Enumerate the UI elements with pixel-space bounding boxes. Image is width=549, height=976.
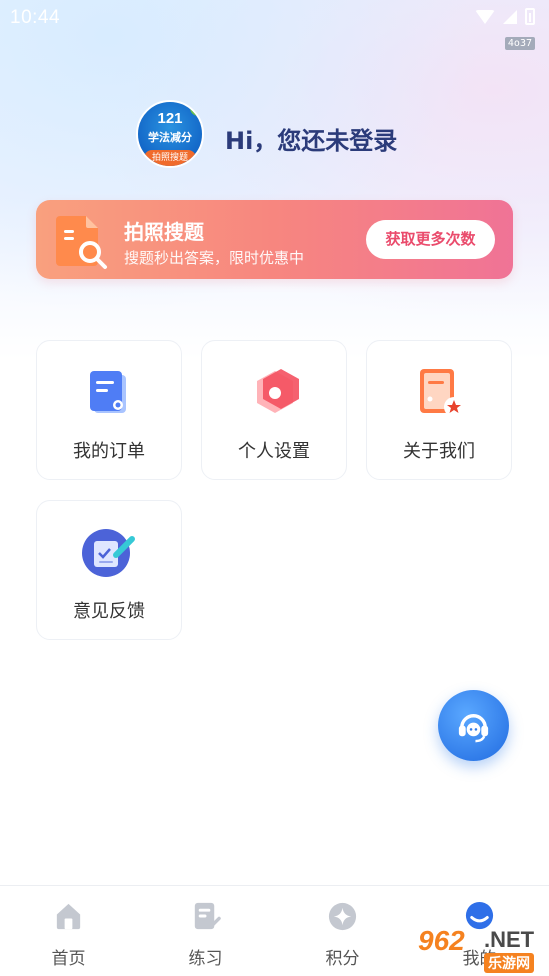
menu-item-orders[interactable]: 我的订单	[36, 340, 182, 480]
nav-item-home[interactable]: 首页	[0, 886, 137, 976]
nav-item-label: 练习	[188, 949, 223, 969]
nav-item-practice[interactable]: 练习	[137, 886, 274, 976]
avatar[interactable]: 121 学法减分 拍照搜题	[136, 100, 204, 168]
menu-item-feedback[interactable]: 意见反馈	[36, 500, 182, 640]
nav-item-points[interactable]: 积分	[274, 886, 411, 976]
banner-subtitle: 搜题秒出答案，限时优惠中	[124, 249, 305, 267]
watermark-number: 962	[418, 925, 465, 956]
banner-title: 拍照搜题	[124, 220, 204, 244]
avatar-number: 121	[157, 110, 183, 127]
header-background	[0, 0, 549, 360]
photo-search-banner[interactable]: 拍照搜题 搜题秒出答案，限时优惠中 获取更多次数	[36, 200, 513, 279]
status-time: 10:44	[10, 7, 61, 28]
menu-item-about[interactable]: 关于我们	[366, 340, 512, 480]
menu-item-label: 个人设置	[238, 441, 310, 462]
watermark-net: .NET	[484, 927, 535, 952]
get-more-button[interactable]: 获取更多次数	[366, 220, 495, 259]
about-icon	[420, 369, 464, 417]
customer-service-icon	[458, 714, 489, 743]
network-speed-badge: 4o37	[504, 37, 535, 50]
avatar-line2: 拍照搜题	[144, 150, 196, 166]
document-search-icon	[56, 216, 107, 269]
order-icon	[90, 371, 126, 413]
login-greeting[interactable]: Hi，您还未登录	[225, 121, 397, 156]
customer-service-button[interactable]	[438, 690, 509, 761]
status-icons	[475, 8, 535, 25]
points-icon	[328, 902, 357, 931]
menu-item-label: 意见反馈	[73, 601, 145, 622]
site-watermark: 962 .NET 乐游网	[418, 925, 549, 976]
home-icon	[56, 903, 81, 930]
feedback-icon	[82, 529, 135, 577]
signal-icon	[503, 9, 517, 24]
practice-icon	[194, 902, 221, 930]
watermark-cn: 乐游网	[484, 953, 534, 973]
nav-item-label: 首页	[51, 949, 86, 969]
menu-item-label: 关于我们	[403, 441, 475, 462]
menu-item-label: 我的订单	[73, 441, 145, 462]
battery-icon	[525, 8, 535, 25]
avatar-line1: 学法减分	[148, 131, 192, 144]
wifi-icon	[475, 9, 495, 24]
nav-item-label: 积分	[325, 949, 360, 969]
status-bar: 10:44 4o37	[0, 0, 549, 50]
settings-icon	[257, 369, 299, 413]
menu-item-settings[interactable]: 个人设置	[201, 340, 347, 480]
